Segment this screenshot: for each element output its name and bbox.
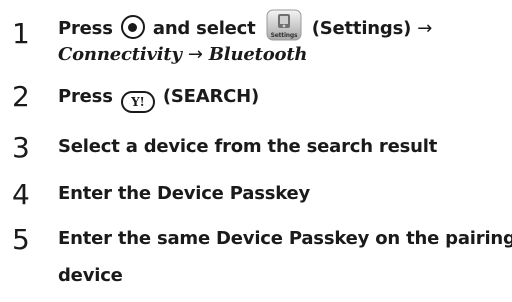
center-key-icon: [120, 15, 145, 39]
arrow-right-icon: →: [187, 44, 203, 65]
search-label: (SEARCH): [162, 86, 260, 107]
menu-path-connectivity: Connectivity: [58, 44, 182, 65]
settings-icon: Settings: [266, 9, 302, 41]
press-label: Press: [58, 18, 113, 39]
press-label: Press: [58, 86, 113, 107]
step-text-line2: device: [58, 265, 123, 286]
step-number: 2: [12, 80, 30, 113]
settings-label: (Settings): [311, 18, 412, 39]
settings-app-icon: Settings: [266, 9, 302, 41]
menu-path-bluetooth: Bluetooth: [208, 44, 308, 65]
step-number: 1: [12, 17, 30, 50]
step-number: 4: [12, 178, 30, 211]
step-text: Press and select Settings (Settings) →: [58, 9, 432, 42]
step-text: Enter the same Device Passkey on the pai…: [58, 228, 512, 249]
step-text: Select a device from the search result: [58, 136, 438, 157]
arrow-right-icon: →: [417, 18, 433, 39]
yahoo-key-icon: Y!: [120, 91, 155, 113]
step-text-line2: Connectivity → Bluetooth: [58, 42, 308, 68]
step-text: Enter the Device Passkey: [58, 183, 311, 204]
icon-caption: Settings: [270, 32, 297, 39]
step-number: 5: [12, 223, 30, 256]
step-text: Press Y! (SEARCH): [58, 84, 259, 113]
and-select-label: and select: [152, 18, 256, 39]
step-number: 3: [12, 131, 30, 164]
